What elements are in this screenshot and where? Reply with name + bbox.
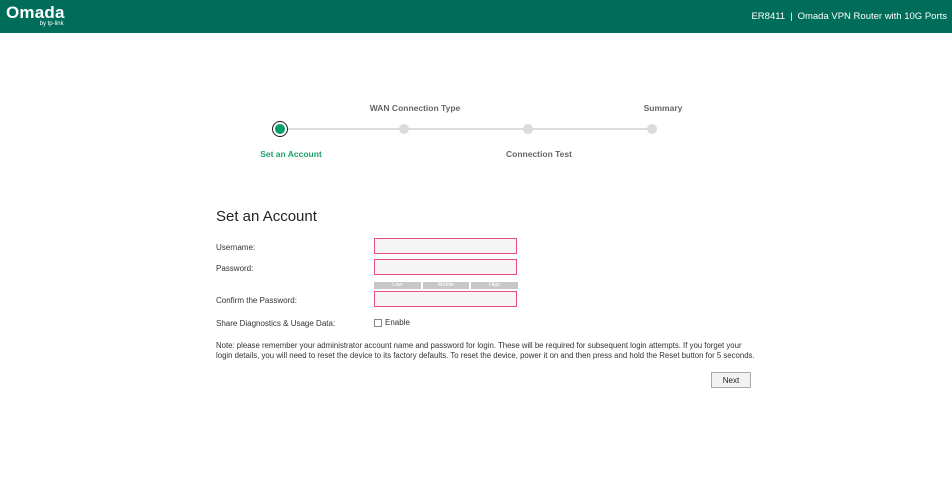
- step-dot-wan-connection-type: [399, 124, 409, 134]
- confirm-password-label: Confirm the Password:: [216, 296, 297, 305]
- strength-low: Low: [374, 282, 421, 289]
- password-strength-meter: Low Middle High: [374, 282, 519, 289]
- enable-label[interactable]: Enable: [385, 318, 410, 327]
- logo-subtext: by tp-link: [39, 21, 64, 27]
- account-note: Note: please remember your administrator…: [216, 341, 755, 360]
- device-product-name: Omada VPN Router with 10G Ports: [797, 11, 947, 22]
- title-separator: |: [790, 11, 793, 22]
- setup-stepper: Set an Account WAN Connection Type Conne…: [0, 95, 952, 165]
- share-diagnostics-label: Share Diagnostics & Usage Data:: [216, 319, 336, 328]
- omada-logo: Omada by tp-link: [6, 4, 65, 28]
- strength-middle: Middle: [422, 282, 470, 289]
- confirm-password-input[interactable]: [374, 291, 517, 307]
- device-model: ER8411: [751, 11, 786, 22]
- form-title: Set an Account: [216, 208, 317, 225]
- username-input[interactable]: [374, 238, 517, 254]
- next-button[interactable]: Next: [711, 372, 751, 388]
- step-label-summary: Summary: [643, 103, 683, 113]
- username-label: Username:: [216, 243, 256, 252]
- strength-high: High: [471, 282, 519, 289]
- password-input[interactable]: [374, 259, 517, 275]
- step-dot-summary: [647, 124, 657, 134]
- enable-diagnostics-checkbox[interactable]: [374, 319, 382, 327]
- password-label: Password:: [216, 264, 254, 273]
- step-label-set-account: Set an Account: [260, 149, 322, 159]
- stepper-track: [280, 128, 652, 130]
- step-dot-connection-test: [523, 124, 533, 134]
- top-header: Omada by tp-link ER8411 | Omada VPN Router…: [0, 0, 952, 33]
- device-title: ER8411 | Omada VPN Router with 10G Ports: [751, 11, 947, 22]
- logo-text: Omada: [6, 3, 65, 22]
- step-label-connection-test: Connection Test: [506, 149, 572, 159]
- step-dot-set-account: [275, 124, 285, 134]
- step-label-wan-connection-type: WAN Connection Type: [369, 103, 461, 113]
